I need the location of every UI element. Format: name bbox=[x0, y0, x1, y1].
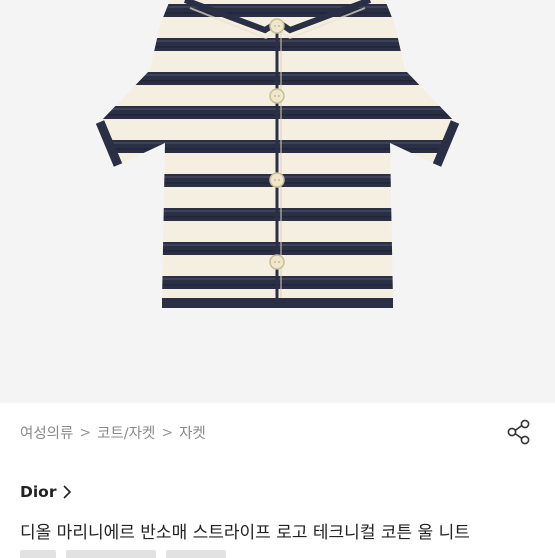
breadcrumb-item-womens-clothing[interactable]: 여성의류 bbox=[20, 422, 73, 443]
share-button[interactable] bbox=[504, 417, 534, 447]
jacket-illustration bbox=[0, 0, 555, 403]
brand-name: Dior bbox=[20, 483, 57, 501]
chevron-right-icon bbox=[63, 485, 72, 499]
product-info: 여성의류 > 코트/자켓 > 자켓 Dior 디올 마리니에르 반소매 스트라이… bbox=[0, 403, 555, 558]
product-title-continuation bbox=[20, 548, 540, 558]
breadcrumb-separator: > bbox=[79, 424, 92, 441]
breadcrumb-item-jacket[interactable]: 자켓 bbox=[179, 422, 206, 443]
share-icon bbox=[507, 419, 530, 445]
breadcrumb-separator: > bbox=[161, 424, 174, 441]
product-title: 디올 마리니에르 반소매 스트라이프 로고 테크니컬 코튼 울 니트 bbox=[20, 523, 470, 543]
breadcrumb: 여성의류 > 코트/자켓 > 자켓 bbox=[20, 422, 206, 443]
brand-link[interactable]: Dior bbox=[20, 483, 72, 501]
product-image[interactable] bbox=[0, 0, 555, 403]
breadcrumb-item-coat-jacket[interactable]: 코트/자켓 bbox=[97, 422, 155, 443]
